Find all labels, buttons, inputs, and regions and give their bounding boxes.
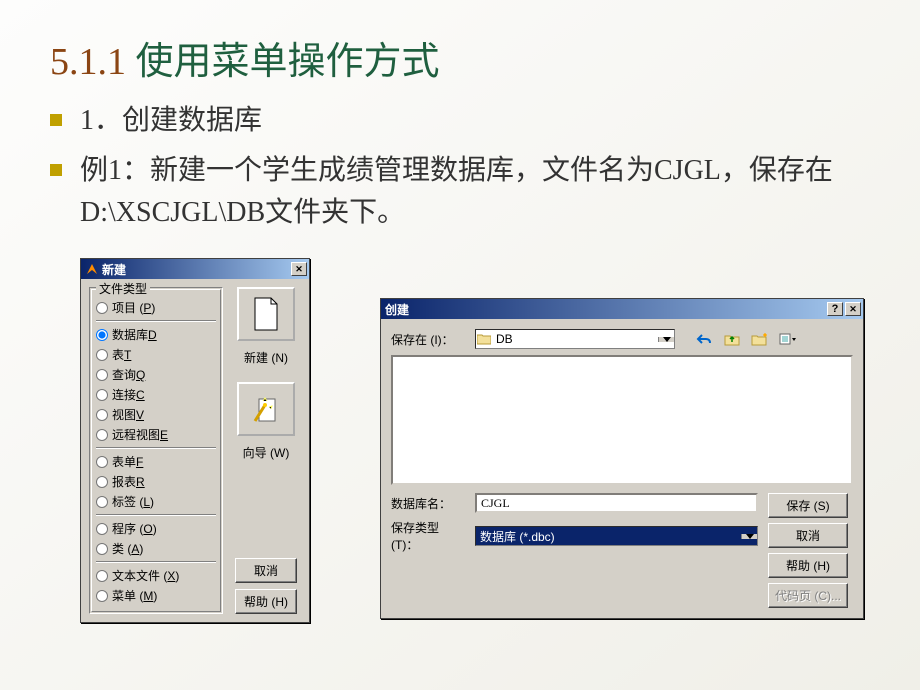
- db-name-label: 数据库名：: [391, 495, 469, 512]
- chevron-down-icon[interactable]: [741, 534, 757, 539]
- new-file-icon: [252, 297, 280, 331]
- titlebar[interactable]: 创建 ? ✕: [381, 299, 863, 319]
- radio-label: 连接C: [112, 386, 145, 403]
- radio-input[interactable]: [96, 496, 108, 508]
- dialog-title: 新建: [102, 261, 291, 278]
- help-icon[interactable]: ?: [827, 302, 843, 316]
- help-button[interactable]: 帮助 (H): [235, 589, 297, 614]
- bullet-2: 例1：新建一个学生成绩管理数据库，文件名为CJGL，保存在D:\XSCJGL\D…: [50, 150, 870, 234]
- radio-label: 类 (A): [112, 540, 143, 557]
- title-number: 5.1.1: [50, 41, 126, 83]
- wizard-label: 向导 (W): [243, 444, 290, 461]
- radio-label: 报表R: [112, 473, 145, 490]
- radio-input[interactable]: [96, 389, 108, 401]
- filetype-radio[interactable]: 视图V: [96, 406, 216, 423]
- radio-label: 表T: [112, 346, 131, 363]
- radio-label: 数据库D: [112, 326, 157, 343]
- bullet-icon: [50, 164, 62, 176]
- filetype-radio[interactable]: 类 (A): [96, 540, 216, 557]
- filetype-radio[interactable]: 数据库D: [96, 326, 216, 343]
- radio-label: 标签 (L): [112, 493, 154, 510]
- save-in-label: 保存在 (I)：: [391, 331, 469, 348]
- radio-input[interactable]: [96, 570, 108, 582]
- fox-icon: [85, 262, 99, 276]
- filetype-radio[interactable]: 表单F: [96, 453, 216, 470]
- filetype-radio[interactable]: 标签 (L): [96, 493, 216, 510]
- save-type-combo[interactable]: 数据库 (*.dbc): [475, 526, 758, 546]
- radio-label: 项目 (P): [112, 299, 155, 316]
- save-dialog: 创建 ? ✕ 保存在 (I)： DB: [380, 298, 864, 619]
- divider: [96, 561, 216, 563]
- filetype-radio[interactable]: 查询Q: [96, 366, 216, 383]
- folder-icon: [476, 333, 492, 345]
- close-icon[interactable]: ✕: [291, 262, 307, 276]
- folder-name: DB: [492, 330, 658, 348]
- divider: [96, 320, 216, 322]
- title-text: 使用菜单操作方式: [136, 41, 440, 83]
- radio-input[interactable]: [96, 523, 108, 535]
- filetype-radio[interactable]: 表T: [96, 346, 216, 363]
- up-folder-icon[interactable]: [721, 329, 743, 349]
- view-menu-icon[interactable]: [777, 329, 799, 349]
- radio-label: 远程视图E: [112, 426, 168, 443]
- filetype-group: 文件类型 项目 (P)数据库D表T查询Q连接C视图V远程视图E表单F报表R标签 …: [89, 287, 223, 614]
- wizard-button[interactable]: [237, 382, 295, 436]
- back-icon[interactable]: [693, 329, 715, 349]
- db-name-input[interactable]: [475, 493, 758, 513]
- filetype-radio[interactable]: 程序 (O): [96, 520, 216, 537]
- titlebar[interactable]: 新建 ✕: [81, 259, 309, 279]
- radio-input[interactable]: [96, 456, 108, 468]
- radio-input[interactable]: [96, 409, 108, 421]
- dialog-title: 创建: [385, 301, 827, 318]
- save-in-combo[interactable]: DB: [475, 329, 675, 349]
- divider: [96, 447, 216, 449]
- slide-title: 5.1.1 使用菜单操作方式: [50, 30, 870, 85]
- bullet-icon: [50, 114, 62, 126]
- radio-input[interactable]: [96, 349, 108, 361]
- radio-input[interactable]: [96, 429, 108, 441]
- bullet-1: 1．创建数据库: [50, 100, 870, 142]
- new-folder-icon[interactable]: [749, 329, 771, 349]
- close-icon[interactable]: ✕: [845, 302, 861, 316]
- radio-input[interactable]: [96, 543, 108, 555]
- radio-input[interactable]: [96, 329, 108, 341]
- radio-input[interactable]: [96, 590, 108, 602]
- cancel-button[interactable]: 取消: [235, 558, 297, 583]
- save-type-value: 数据库 (*.dbc): [476, 526, 741, 547]
- radio-input[interactable]: [96, 302, 108, 314]
- filetype-radio[interactable]: 连接C: [96, 386, 216, 403]
- codepage-button: 代码页 (C)...: [768, 583, 848, 608]
- new-file-label: 新建 (N): [244, 349, 288, 366]
- radio-label: 程序 (O): [112, 520, 157, 537]
- radio-input[interactable]: [96, 476, 108, 488]
- chevron-down-icon[interactable]: [658, 337, 674, 342]
- radio-label: 查询Q: [112, 366, 145, 383]
- filetype-radio[interactable]: 文本文件 (X): [96, 567, 216, 584]
- new-dialog: 新建 ✕ 文件类型 项目 (P) 数据库D 表T 查询Q 连接C 视图V 远程视图E 表单F 报…: [80, 258, 310, 623]
- save-button[interactable]: 保存 (S): [768, 493, 848, 518]
- divider: [96, 514, 216, 516]
- filetype-radio[interactable]: 远程视图E: [96, 426, 216, 443]
- filetype-label: 文件类型: [96, 280, 150, 297]
- file-list[interactable]: [391, 355, 853, 485]
- new-file-button[interactable]: [237, 287, 295, 341]
- radio-input[interactable]: [96, 369, 108, 381]
- radio-label: 文本文件 (X): [112, 567, 179, 584]
- filetype-radio[interactable]: 报表R: [96, 473, 216, 490]
- filetype-radio[interactable]: 菜单 (M): [96, 587, 216, 604]
- radio-label: 表单F: [112, 453, 143, 470]
- radio-label: 菜单 (M): [112, 587, 157, 604]
- cancel-button[interactable]: 取消: [768, 523, 848, 548]
- filetype-radio[interactable]: 项目 (P): [96, 299, 216, 316]
- save-type-label: 保存类型 (T)：: [391, 519, 469, 553]
- radio-label: 视图V: [112, 406, 144, 423]
- wizard-icon: [251, 393, 281, 425]
- help-button[interactable]: 帮助 (H): [768, 553, 848, 578]
